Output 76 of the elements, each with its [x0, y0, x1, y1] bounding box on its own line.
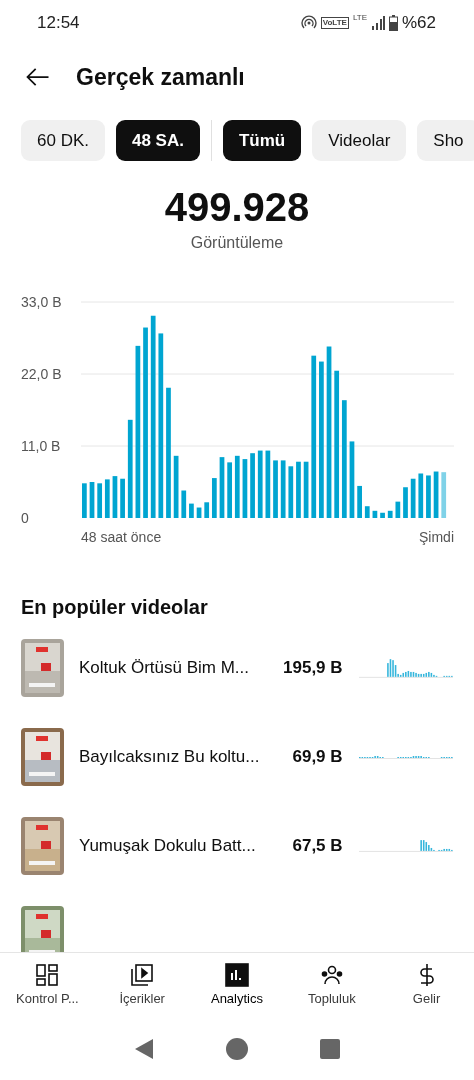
chart-bar	[403, 487, 408, 518]
chart-bar	[219, 457, 225, 518]
period-chip[interactable]: 48 SA.	[116, 120, 200, 161]
chart-bar	[357, 485, 362, 518]
y-axis-label: 22,0 B	[21, 366, 62, 382]
filter-chip[interactable]: Tümü	[222, 120, 302, 161]
home-nav-icon[interactable]	[226, 1038, 248, 1060]
chart-bar	[426, 475, 431, 518]
nav-tab[interactable]: Kontrol P...	[0, 953, 95, 1018]
chart-bar	[242, 459, 248, 518]
chart-bar	[418, 473, 424, 518]
video-row[interactable]: Bayılcaksınız Bu koltu... 69,9 B	[0, 728, 474, 786]
chart-bar	[189, 503, 194, 518]
video-title: Yumuşak Dokulu Batt...	[79, 836, 257, 856]
battery-icon	[388, 15, 398, 31]
section-title: En popüler videolar	[21, 596, 209, 619]
nav-tab[interactable]: Topluluk	[284, 953, 380, 1018]
chart-bar	[212, 478, 217, 518]
nav-tab[interactable]: Analytics	[189, 953, 285, 1018]
volte-indicator: VoLTE	[320, 17, 349, 29]
chart-bar	[280, 460, 286, 518]
chart-bar	[196, 507, 202, 518]
y-axis-label: 0	[21, 510, 29, 526]
nav-tab[interactable]: Gelir	[379, 953, 474, 1018]
period-chip[interactable]: 60 DK.	[21, 120, 105, 161]
video-row[interactable]: Yumuşak Dokulu Batt... 67,5 B	[0, 817, 474, 875]
nav-tab[interactable]: İçerikler	[94, 953, 190, 1018]
x-axis-label: Şimdi	[419, 529, 454, 545]
dashboard-icon	[35, 963, 60, 987]
status-time: 12:54	[37, 13, 80, 33]
chart-bar	[173, 455, 179, 518]
back-nav-icon[interactable]	[134, 1038, 154, 1060]
chart-bar	[387, 510, 393, 518]
chart-bar	[257, 450, 263, 518]
chart-bar	[288, 466, 294, 518]
video-title: Bayılcaksınız Bu koltu...	[79, 747, 261, 767]
video-views: 195,9 B	[282, 658, 343, 678]
chart-bar	[82, 483, 87, 518]
battery-level: %62	[401, 13, 436, 33]
video-library-icon	[130, 963, 155, 987]
video-views: 69,9 B	[291, 747, 343, 767]
chart-bar	[112, 476, 118, 518]
chart-bar	[395, 501, 401, 518]
chart-bar	[181, 490, 187, 518]
y-axis-label: 33,0 B	[21, 294, 62, 310]
signal-icon	[370, 16, 385, 30]
y-axis-label: 11,0 B	[21, 438, 61, 454]
people-icon	[319, 963, 344, 987]
video-row[interactable]: Koltuk Örtüsü Bim M... 195,9 B	[0, 639, 474, 697]
chart-bar	[303, 461, 309, 518]
filter-chip[interactable]: Videolar	[312, 120, 407, 161]
chart-bar	[89, 482, 95, 518]
chart-bar	[296, 461, 301, 518]
video-views: 67,5 B	[291, 836, 343, 856]
chart-bar	[120, 478, 125, 518]
chart-bar	[364, 506, 370, 518]
chart-bar	[372, 510, 378, 518]
hotspot-icon	[300, 15, 317, 31]
network-type: LTE	[352, 13, 367, 22]
view-count-label: Görüntüleme	[189, 234, 285, 252]
chart-bar	[265, 450, 271, 518]
chart-bar	[234, 455, 240, 518]
x-axis-label: 48 saat önce	[81, 529, 162, 545]
chart-bar	[410, 478, 416, 518]
chart-bar	[227, 462, 232, 518]
chart-bar	[441, 472, 447, 518]
chart-bar	[273, 460, 278, 518]
page-title: Gerçek zamanlı	[76, 63, 245, 91]
filter-chip[interactable]: Sho	[417, 120, 474, 161]
chart-bar	[433, 471, 439, 518]
chart-bar	[250, 453, 255, 518]
chart-bar	[204, 502, 210, 518]
video-title: Koltuk Örtüsü Bim M...	[79, 658, 251, 678]
view-count: 499.928	[163, 185, 311, 230]
chart-bar	[380, 512, 385, 518]
bar-chart-icon	[225, 963, 249, 987]
